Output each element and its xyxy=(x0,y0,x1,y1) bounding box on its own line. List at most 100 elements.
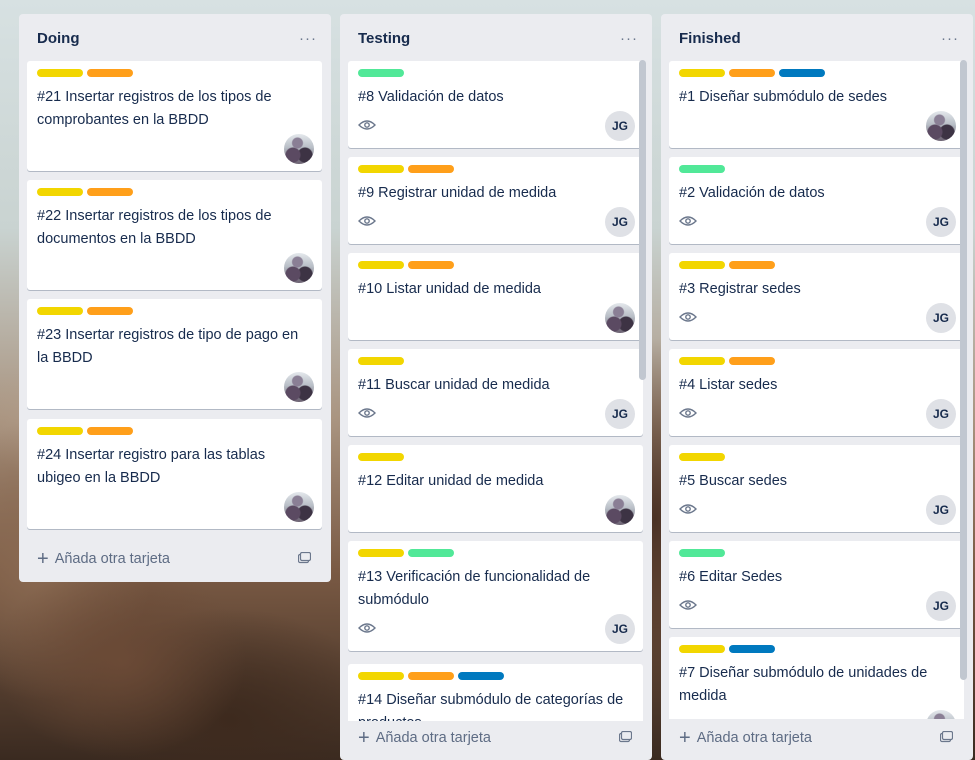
member-avatar[interactable]: JG xyxy=(605,399,635,429)
list-title[interactable]: Doing xyxy=(37,30,80,47)
add-card-button[interactable]: + Añada otra tarjeta xyxy=(348,719,644,757)
member-avatar[interactable]: JG xyxy=(605,207,635,237)
label-blue[interactable] xyxy=(458,672,504,680)
card[interactable]: #22 Insertar registros de los tipos de d… xyxy=(27,180,322,290)
add-card-button[interactable]: + Añada otra tarjeta xyxy=(669,719,965,757)
member-avatar[interactable]: JG xyxy=(926,399,956,429)
label-yellow[interactable] xyxy=(358,165,404,173)
list-header: Testing ··· xyxy=(340,14,652,62)
card[interactable]: #2 Validación de datos JG xyxy=(669,157,964,244)
list-menu-icon[interactable]: ··· xyxy=(620,30,638,47)
member-avatar[interactable] xyxy=(926,710,956,719)
card[interactable]: #6 Editar Sedes JG xyxy=(669,541,964,628)
label-yellow[interactable] xyxy=(37,188,83,196)
member-avatar[interactable]: JG xyxy=(926,303,956,333)
label-orange[interactable] xyxy=(408,165,454,173)
list-title[interactable]: Finished xyxy=(679,30,741,47)
member-avatar[interactable]: JG xyxy=(605,111,635,141)
card[interactable]: #4 Listar sedes JG xyxy=(669,349,964,436)
card[interactable]: #7 Diseñar submódulo de unidades de medi… xyxy=(669,637,964,719)
label-yellow[interactable] xyxy=(37,307,83,315)
card-title: #13 Verificación de funcionalidad de sub… xyxy=(358,569,591,608)
label-yellow[interactable] xyxy=(679,69,725,77)
watch-icon xyxy=(358,623,376,633)
label-teal[interactable] xyxy=(358,69,404,77)
label-yellow[interactable] xyxy=(37,427,83,435)
add-card-label: Añada otra tarjeta xyxy=(696,730,812,746)
card[interactable]: #14 Diseñar submódulo de categorías de p… xyxy=(348,664,643,721)
label-orange[interactable] xyxy=(87,188,133,196)
member-avatar[interactable] xyxy=(605,495,635,525)
member-avatar[interactable] xyxy=(284,134,314,164)
card[interactable]: #8 Validación de datos JG xyxy=(348,61,643,148)
label-yellow[interactable] xyxy=(358,549,404,557)
list-title[interactable]: Testing xyxy=(358,30,410,47)
card-template-icon[interactable] xyxy=(298,552,311,564)
list-menu-icon[interactable]: ··· xyxy=(299,30,317,47)
label-orange[interactable] xyxy=(87,427,133,435)
label-orange[interactable] xyxy=(408,672,454,680)
member-avatar[interactable] xyxy=(284,253,314,283)
member-avatar[interactable] xyxy=(284,372,314,402)
card[interactable]: #21 Insertar registros de los tipos de c… xyxy=(27,61,322,171)
card-title: #8 Validación de datos xyxy=(358,89,504,105)
label-orange[interactable] xyxy=(408,261,454,269)
card-container: #21 Insertar registros de los tipos de c… xyxy=(27,61,323,531)
list-menu-icon[interactable]: ··· xyxy=(941,30,959,47)
scrollbar[interactable] xyxy=(639,60,646,380)
label-orange[interactable] xyxy=(729,357,775,365)
member-avatar[interactable] xyxy=(605,303,635,333)
watch-icon xyxy=(679,312,697,322)
card-title: #10 Listar unidad de medida xyxy=(358,281,541,297)
list-testing: Testing ··· #8 Validación de datos JG #9 R… xyxy=(340,14,652,760)
card-template-icon[interactable] xyxy=(619,731,632,743)
card[interactable]: #11 Buscar unidad de medida JG xyxy=(348,349,643,436)
label-orange[interactable] xyxy=(729,261,775,269)
card[interactable]: #3 Registrar sedes JG xyxy=(669,253,964,340)
member-avatar[interactable]: JG xyxy=(926,591,956,621)
card[interactable]: #12 Editar unidad de medida xyxy=(348,445,643,532)
add-card-button[interactable]: + Añada otra tarjeta xyxy=(27,540,323,578)
label-yellow[interactable] xyxy=(679,453,725,461)
card-title: #1 Diseñar submódulo de sedes xyxy=(679,89,887,105)
label-yellow[interactable] xyxy=(37,69,83,77)
card[interactable]: #24 Insertar registro para las tablas ub… xyxy=(27,419,322,529)
label-blue[interactable] xyxy=(729,645,775,653)
watch-icon xyxy=(679,600,697,610)
card-title: #3 Registrar sedes xyxy=(679,281,801,297)
label-orange[interactable] xyxy=(87,69,133,77)
label-yellow[interactable] xyxy=(679,261,725,269)
list-doing: Doing ··· #21 Insertar registros de los … xyxy=(19,14,331,582)
card-template-icon[interactable] xyxy=(940,731,953,743)
label-yellow[interactable] xyxy=(358,672,404,680)
card[interactable]: #5 Buscar sedes JG xyxy=(669,445,964,532)
watch-icon xyxy=(679,216,697,226)
member-avatar[interactable]: JG xyxy=(926,495,956,525)
watch-icon xyxy=(358,408,376,418)
card[interactable]: #10 Listar unidad de medida xyxy=(348,253,643,340)
card[interactable]: #13 Verificación de funcionalidad de sub… xyxy=(348,541,643,651)
member-avatar[interactable] xyxy=(284,492,314,522)
label-yellow[interactable] xyxy=(358,261,404,269)
member-avatar[interactable]: JG xyxy=(605,614,635,644)
member-avatar[interactable]: JG xyxy=(926,207,956,237)
scrollbar[interactable] xyxy=(960,60,967,680)
label-yellow[interactable] xyxy=(358,357,404,365)
label-teal[interactable] xyxy=(679,549,725,557)
label-orange[interactable] xyxy=(87,307,133,315)
add-card-label: Añada otra tarjeta xyxy=(375,730,491,746)
label-teal[interactable] xyxy=(679,165,725,173)
label-teal[interactable] xyxy=(408,549,454,557)
card[interactable]: #1 Diseñar submódulo de sedes xyxy=(669,61,964,148)
label-yellow[interactable] xyxy=(679,645,725,653)
card[interactable]: #9 Registrar unidad de medida JG xyxy=(348,157,643,244)
plus-icon: + xyxy=(37,548,49,570)
member-avatar[interactable] xyxy=(926,111,956,141)
label-yellow[interactable] xyxy=(679,357,725,365)
label-blue[interactable] xyxy=(779,69,825,77)
label-orange[interactable] xyxy=(729,69,775,77)
card-title: #7 Diseñar submódulo de unidades de medi… xyxy=(679,665,928,704)
card[interactable]: #23 Insertar registros de tipo de pago e… xyxy=(27,299,322,409)
card-container: #8 Validación de datos JG #9 Registrar uni… xyxy=(348,61,644,721)
label-yellow[interactable] xyxy=(358,453,404,461)
